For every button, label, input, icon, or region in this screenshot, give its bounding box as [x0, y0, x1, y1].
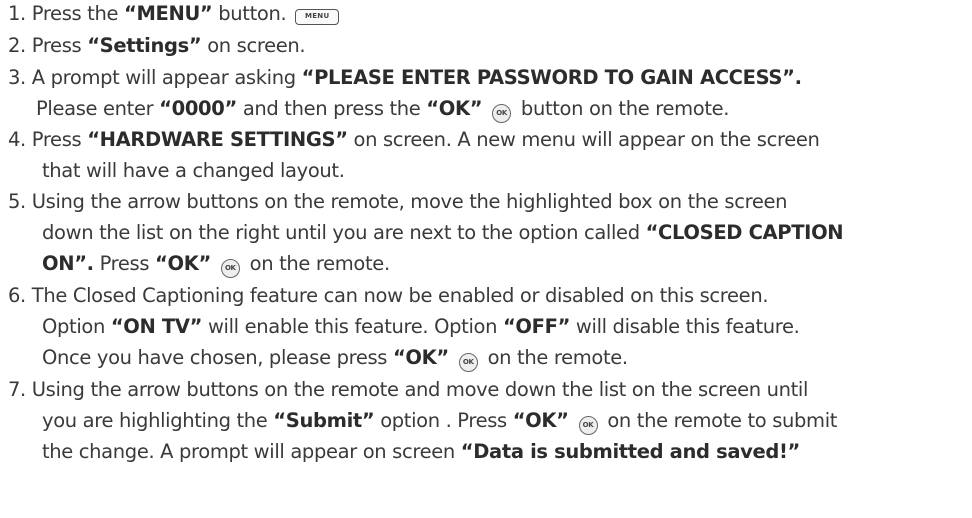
ok-button-icon: OK — [220, 259, 240, 278]
step-5-line-2: down the list on the right until you are… — [42, 221, 844, 245]
step-keyword: “Submit” — [273, 409, 375, 432]
step-text: on screen. A new menu will appear on the… — [347, 128, 820, 151]
menu-button-icon: MENU — [295, 9, 340, 25]
step-3-line-2: Please enter “0000” and then press the “… — [36, 97, 729, 123]
step-text: Once you have chosen, please press — [42, 346, 393, 369]
step-text: you are highlighting the — [42, 409, 274, 432]
step-text: option . Press — [374, 409, 513, 432]
step-keyword: “OK” — [392, 346, 449, 369]
step-text: Press — [93, 252, 156, 275]
step-keyword: “CLOSED CAPTION — [645, 221, 844, 244]
step-6-line: 6. The Closed Captioning feature can now… — [8, 284, 769, 308]
step-7-line: 7. Using the arrow buttons on the remote… — [8, 378, 808, 402]
step-7-line-3: the change. A prompt will appear on scre… — [42, 440, 800, 464]
step-text: and then press the — [236, 97, 427, 120]
step-text: on screen. — [201, 34, 306, 57]
step-1-line: 1. Press the “MENU” button. MENU — [8, 2, 340, 26]
step-7-line-2: you are highlighting the “Submit” option… — [42, 409, 837, 435]
step-6-line-3: Once you have chosen, please press “OK” … — [42, 346, 628, 372]
step-text: 1. Press the — [8, 2, 124, 25]
step-text: button. — [212, 2, 287, 25]
step-keyword: “Settings” — [87, 34, 202, 57]
step-keyword: “OFF” — [502, 315, 571, 338]
step-keyword: “OK” — [155, 252, 211, 275]
step-text: will enable this feature. Option — [202, 315, 503, 338]
step-6-line-2: Option “ON TV” will enable this feature.… — [42, 315, 800, 339]
step-text: 3. A prompt will appear asking — [8, 66, 302, 89]
step-keyword: “MENU” — [123, 2, 213, 25]
ok-button-icon: OK — [492, 104, 512, 123]
step-keyword: “0000” — [159, 97, 237, 120]
step-text: 2. Press — [8, 34, 88, 57]
step-keyword: “OK” — [426, 97, 483, 120]
step-keyword: ON”. — [42, 252, 94, 275]
step-text: on the remote. — [243, 252, 391, 275]
step-4-line: 4. Press “HARDWARE SETTINGS” on screen. … — [8, 128, 820, 152]
step-text: 4. Press — [8, 128, 88, 151]
step-text: on the remote to submit — [601, 409, 838, 432]
step-text: Please enter — [36, 97, 160, 120]
step-5-line-3: ON”. Press “OK” OK on the remote. — [42, 252, 390, 278]
step-text: 5. Using the arrow buttons on the remote… — [8, 190, 788, 213]
step-text: down the list on the right until you are… — [42, 221, 646, 244]
step-keyword: “Data is submitted and saved!” — [460, 440, 801, 463]
step-text: Option — [42, 315, 111, 338]
ok-button-icon: OK — [578, 416, 598, 435]
step-5-line: 5. Using the arrow buttons on the remote… — [8, 190, 787, 214]
step-3-line: 3. A prompt will appear asking “PLEASE E… — [8, 66, 802, 90]
step-text: 7. Using the arrow buttons on the remote… — [8, 378, 809, 401]
step-text: that will have a changed layout. — [42, 159, 345, 182]
instruction-document: 1. Press the “MENU” button. MENU 2. Pres… — [0, 0, 972, 518]
step-keyword: “ON TV” — [110, 315, 203, 338]
ok-button-icon: OK — [458, 353, 478, 372]
step-text: will disable this feature. — [570, 315, 800, 338]
step-text: button on the remote. — [515, 97, 730, 120]
step-text: on the remote. — [487, 346, 629, 369]
step-text: the change. A prompt will appear on scre… — [42, 440, 461, 463]
step-keyword: “HARDWARE SETTINGS” — [87, 128, 348, 151]
step-2-line: 2. Press “Settings” on screen. — [8, 34, 306, 58]
step-4-line-2: that will have a changed layout. — [42, 159, 345, 183]
step-text: 6. The Closed Captioning feature can now… — [8, 284, 769, 307]
step-keyword: “PLEASE ENTER PASSWORD TO GAIN ACCESS”. — [301, 66, 802, 89]
step-keyword: “OK” — [512, 409, 569, 432]
